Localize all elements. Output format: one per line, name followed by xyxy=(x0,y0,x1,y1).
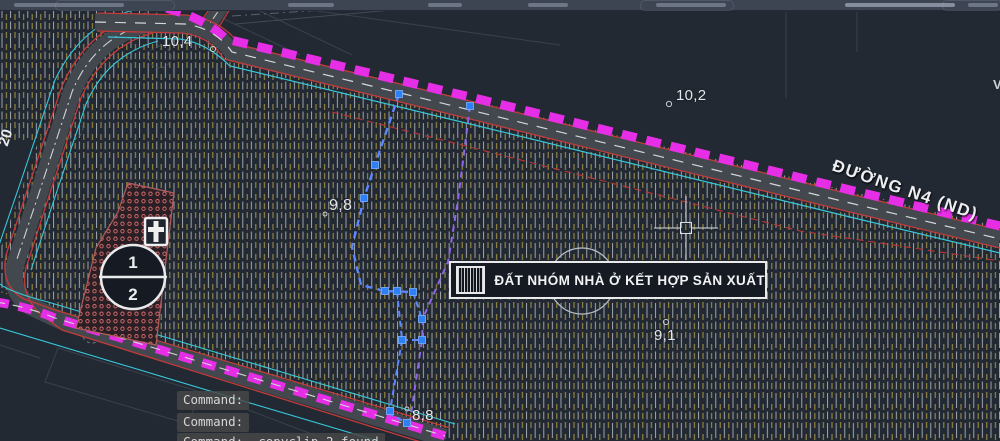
edge-text-fragment: V xyxy=(993,77,1000,92)
elevation-label: 9,1 xyxy=(654,328,676,343)
toolbar-text-fragment xyxy=(656,3,726,7)
elevation-label: 10,2 xyxy=(676,88,706,103)
parcel-number-bottom: 2 xyxy=(128,285,137,304)
toolbar-text-fragment xyxy=(528,3,568,7)
grip-handle xyxy=(372,162,379,169)
command-history-line: Command: xyxy=(177,413,249,432)
land-use-label-box[interactable]: ĐẤT NHÓM NHÀ Ở KẾT HỢP SẢN XUẤT xyxy=(449,261,767,299)
command-input-line[interactable]: Command: _copyclip 2 found xyxy=(177,433,385,441)
parcel-number-symbol[interactable]: 1 2 xyxy=(99,245,167,309)
grip-handle xyxy=(394,288,401,295)
grip-handle xyxy=(396,91,403,98)
grip-handle xyxy=(410,289,417,296)
hatch-swatch xyxy=(456,266,485,294)
grip-handle xyxy=(361,195,368,202)
toolbar-text-fragment xyxy=(14,3,124,7)
grave-icon xyxy=(145,218,167,245)
grip-handle xyxy=(467,103,474,110)
top-toolbar xyxy=(0,0,1000,11)
elevation-label: 9,8 xyxy=(329,198,352,214)
elevation-label: 8,8 xyxy=(412,408,434,423)
grip-handle xyxy=(382,288,389,295)
toolbar-text-fragment xyxy=(845,3,955,7)
cad-application-window: 1 2 xyxy=(0,0,1000,441)
toolbar-text-fragment xyxy=(288,3,334,7)
grip-handle xyxy=(387,408,394,415)
elevation-label: 10,4 xyxy=(162,34,192,49)
cad-canvas: 1 2 xyxy=(0,10,1000,441)
grip-handle xyxy=(419,316,426,323)
grip-handle xyxy=(399,337,406,344)
land-use-label: ĐẤT NHÓM NHÀ Ở KẾT HỢP SẢN XUẤT xyxy=(494,273,765,288)
grip-handle xyxy=(404,420,411,427)
command-history-line: Command: xyxy=(177,391,249,410)
toolbar-text-fragment xyxy=(428,3,462,7)
parcel-number-top: 1 xyxy=(128,253,137,272)
top-edge-road[interactable] xyxy=(232,10,470,24)
grip-handle xyxy=(419,337,426,344)
toolbar-text-fragment xyxy=(968,3,998,7)
